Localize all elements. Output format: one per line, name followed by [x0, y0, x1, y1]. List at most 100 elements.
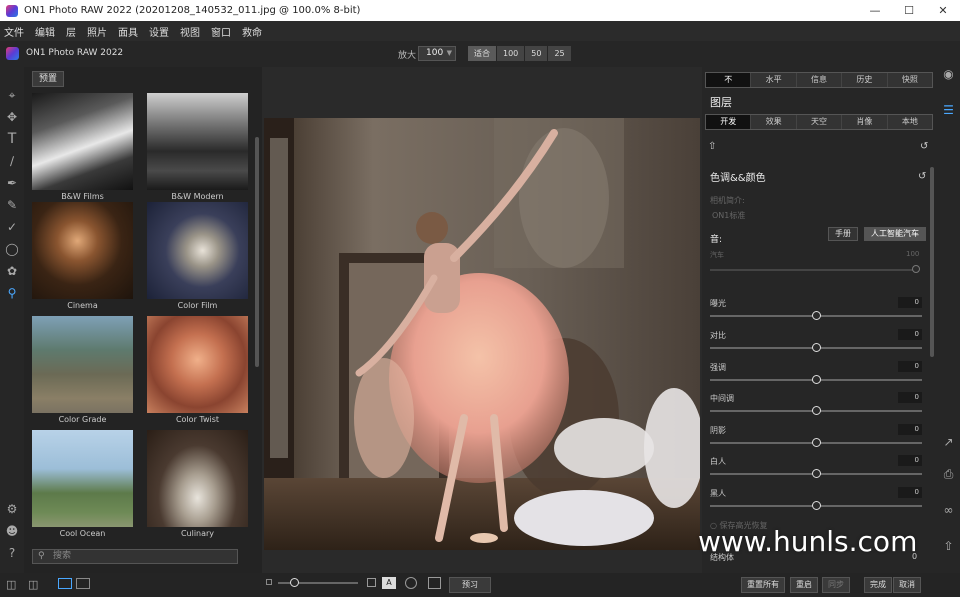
section-reset-icon[interactable]: ↺	[918, 171, 926, 182]
red-eye-icon[interactable]: ✿	[4, 263, 20, 279]
zoom-25-button[interactable]: 25	[548, 46, 571, 61]
preset-color-film[interactable]: Color Film	[147, 202, 248, 310]
menu-mask[interactable]: 面具	[118, 24, 138, 39]
minimize-button[interactable]: —	[858, 0, 892, 21]
presets-tab[interactable]: 预置	[32, 71, 65, 87]
adjustment-brush-icon[interactable]: ∕	[4, 153, 20, 169]
menu-photo[interactable]: 照片	[87, 24, 107, 39]
preset-cool-ocean[interactable]: Cool Ocean	[32, 430, 133, 538]
slider-contrast[interactable]: 对比 0	[710, 329, 922, 360]
slider-value[interactable]: 0	[898, 329, 922, 340]
slider-whites[interactable]: 白人 0	[710, 455, 922, 486]
tab-portrait[interactable]: 肖像	[842, 115, 888, 129]
mask-view-icon[interactable]	[405, 577, 417, 589]
compare-view-icon[interactable]	[76, 578, 90, 589]
connect-icon[interactable]: ∞	[941, 503, 956, 518]
tone-auto-track[interactable]	[710, 269, 918, 271]
share-icon[interactable]: ↗	[941, 435, 956, 450]
browse-icon[interactable]: ◉	[941, 67, 956, 82]
slider-exposure[interactable]: 曝光 0	[710, 297, 922, 328]
soft-proof-icon[interactable]	[428, 577, 441, 589]
zoom-out-icon[interactable]	[266, 579, 272, 585]
tab-local[interactable]: 本地	[887, 115, 933, 129]
preset-color-grade[interactable]: Color Grade	[32, 316, 133, 424]
camera-profile-value[interactable]: ON1标准	[712, 210, 745, 221]
crop-icon[interactable]: ⌖	[4, 87, 20, 103]
zoom-in-icon[interactable]	[367, 578, 376, 587]
slider-knob[interactable]	[811, 438, 821, 447]
slider-knob[interactable]	[811, 375, 821, 384]
preview-button[interactable]: 预习	[449, 577, 491, 593]
zoom-select[interactable]: 100 ▼	[418, 46, 456, 61]
preset-culinary[interactable]: Culinary	[147, 430, 248, 538]
slider-value[interactable]: 0	[898, 392, 922, 403]
done-button[interactable]: 完成	[864, 577, 892, 593]
preset-cinema[interactable]: Cinema	[32, 202, 133, 310]
retouch-brush-icon[interactable]: ✎	[4, 197, 20, 213]
section-title[interactable]: 色调&&颜色	[710, 169, 766, 184]
tone-ai-auto-button[interactable]: 人工智能汽车	[864, 227, 926, 241]
close-button[interactable]: ✕	[926, 0, 960, 21]
preset-bw-modern[interactable]: B&W Modern	[147, 93, 248, 201]
slider-value[interactable]: 0	[898, 487, 922, 498]
reset-button[interactable]: 重启	[790, 577, 818, 593]
slider-knob[interactable]	[811, 501, 821, 510]
help-icon[interactable]: ?	[4, 545, 20, 561]
tab-history[interactable]: 历史	[842, 73, 888, 87]
slider-knob[interactable]	[811, 311, 821, 320]
tone-auto-knob[interactable]	[912, 265, 920, 273]
tab-develop[interactable]: 开发	[706, 115, 752, 129]
slider-value[interactable]: 0	[898, 424, 922, 435]
slider-blacks[interactable]: 黑人 0	[710, 487, 922, 518]
masking-brush-icon[interactable]: ✒	[4, 175, 20, 191]
perfect-eraser-icon[interactable]: ✓	[4, 219, 20, 235]
export-icon[interactable]: ⇧	[708, 141, 716, 152]
maximize-button[interactable]: ☐	[892, 0, 926, 21]
reset-icon[interactable]: ↺	[920, 141, 928, 152]
slider-value[interactable]: 0	[898, 361, 922, 372]
slider-shadows[interactable]: 阴影 0	[710, 424, 922, 455]
zoom-50-button[interactable]: 50	[525, 46, 548, 61]
slider-knob[interactable]	[811, 406, 821, 415]
single-view-icon[interactable]	[58, 578, 72, 589]
menu-settings[interactable]: 设置	[149, 24, 169, 39]
print-icon[interactable]: ⎙	[941, 467, 956, 482]
menu-file[interactable]: 文件	[4, 24, 24, 39]
export-panel-icon[interactable]: ⇧	[941, 539, 956, 554]
tab-levels[interactable]: 水平	[751, 73, 797, 87]
sync-button[interactable]: 同步	[822, 577, 850, 593]
text-tool-icon[interactable]: T	[4, 131, 20, 147]
clone-stamp-icon[interactable]: ◯	[4, 241, 20, 257]
slider-knob[interactable]	[811, 343, 821, 352]
panel-scrollbar[interactable]	[930, 167, 934, 357]
menu-view[interactable]: 视图	[180, 24, 200, 39]
slider-value[interactable]: 0	[898, 297, 922, 308]
menu-help[interactable]: 救命	[242, 24, 262, 39]
zoom-tool-icon[interactable]: ⚲	[4, 285, 20, 301]
preset-color-twist[interactable]: Color Twist	[147, 316, 248, 424]
user-icon[interactable]: ☻	[4, 523, 20, 539]
reset-all-button[interactable]: 重置所有	[741, 577, 785, 593]
zoom-slider-knob[interactable]	[290, 578, 299, 587]
edit-icon[interactable]: ☰	[941, 103, 956, 118]
transform-icon[interactable]: ✥	[4, 109, 20, 125]
slider-value[interactable]: 0	[898, 455, 922, 466]
zoom-fit-button[interactable]: 适合	[468, 46, 496, 61]
slider-midtones[interactable]: 中间调 0	[710, 392, 922, 423]
menu-edit[interactable]: 编辑	[35, 24, 55, 39]
slider-knob[interactable]	[811, 469, 821, 478]
preset-search-field[interactable]: ⚲ 搜索	[32, 549, 238, 564]
layers-tool-icon[interactable]: ⚙	[4, 501, 20, 517]
tab-info[interactable]: 信息	[796, 73, 843, 87]
zoom-100-button[interactable]: 100	[497, 46, 525, 61]
presets-scrollbar[interactable]	[255, 137, 259, 367]
preset-bw-films[interactable]: B&W Films	[32, 93, 133, 201]
cancel-button[interactable]: 取消	[893, 577, 921, 593]
menu-window[interactable]: 窗口	[211, 24, 231, 39]
tab-none[interactable]: 不	[706, 73, 752, 87]
menu-layer[interactable]: 层	[66, 24, 76, 39]
tab-sky[interactable]: 天空	[796, 115, 843, 129]
tab-snapshots[interactable]: 快照	[887, 73, 933, 87]
image-canvas[interactable]	[262, 67, 702, 573]
filmstrip-icon[interactable]: ◫	[28, 578, 38, 591]
